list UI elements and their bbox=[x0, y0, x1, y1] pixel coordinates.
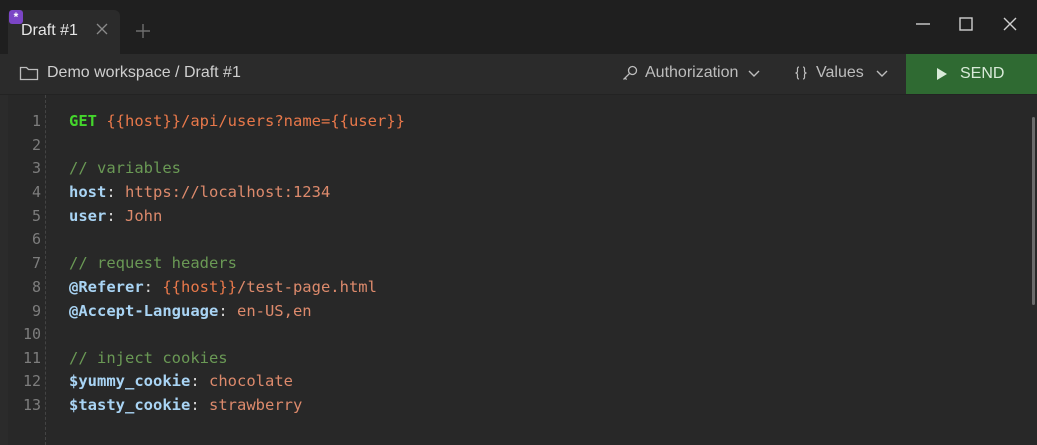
key-icon bbox=[623, 65, 638, 81]
separator: : bbox=[190, 396, 209, 414]
line-number: 6 bbox=[31, 230, 41, 248]
chevron-down-icon bbox=[876, 70, 888, 77]
window-close-icon[interactable] bbox=[998, 12, 1022, 36]
line-number: 7 bbox=[31, 254, 41, 272]
chevron-down-icon bbox=[748, 70, 760, 77]
folder-icon bbox=[19, 66, 39, 81]
separator: : bbox=[218, 302, 237, 320]
line-number: 9 bbox=[31, 302, 41, 320]
values-label: Values bbox=[816, 64, 864, 81]
comment-line[interactable]: // inject cookies bbox=[69, 346, 228, 370]
unsaved-badge: * bbox=[9, 10, 23, 24]
request-path: /api/users?name= bbox=[181, 112, 331, 130]
variable-key: host bbox=[69, 183, 107, 201]
app-window: * Draft #1 Demo workspace / Draft #1 Aut… bbox=[0, 0, 1037, 445]
authorization-label: Authorization bbox=[645, 64, 739, 81]
line-number: 8 bbox=[31, 278, 41, 296]
header-value: /test-page.html bbox=[236, 278, 377, 296]
code-line-user[interactable]: user: John bbox=[69, 204, 162, 228]
separator: : bbox=[106, 207, 125, 225]
minimize-icon[interactable] bbox=[911, 12, 935, 36]
variable-value: https://localhost:1234 bbox=[125, 183, 331, 201]
code-line-yummy-cookie[interactable]: $yummy_cookie: chocolate bbox=[69, 369, 293, 393]
code-line-tasty-cookie[interactable]: $tasty_cookie: strawberry bbox=[69, 393, 302, 417]
host-variable: {{host}} bbox=[162, 278, 237, 296]
header-key: @Accept-Language bbox=[69, 302, 219, 320]
line-number: 5 bbox=[31, 207, 41, 225]
code-line-request[interactable]: GET {{host}}/api/users?name={{user}} bbox=[69, 109, 405, 133]
plus-icon[interactable] bbox=[134, 22, 152, 40]
line-number: 11 bbox=[22, 349, 41, 367]
user-variable: {{user}} bbox=[330, 112, 405, 130]
line-number: 12 bbox=[22, 372, 41, 390]
breadcrumb-text: Demo workspace / Draft #1 bbox=[47, 64, 241, 81]
cookie-value: strawberry bbox=[209, 396, 303, 414]
host-variable: {{host}} bbox=[106, 112, 181, 130]
code-editor[interactable]: 1 2 3 4 5 6 7 8 9 10 11 12 13 GET {{host… bbox=[8, 95, 1037, 445]
tab-draft-1[interactable]: Draft #1 bbox=[8, 10, 120, 54]
variable-key: user bbox=[69, 207, 107, 225]
values-dropdown[interactable]: Values bbox=[792, 64, 890, 82]
authorization-dropdown[interactable]: Authorization bbox=[621, 64, 762, 82]
vertical-scrollbar[interactable] bbox=[1032, 117, 1035, 305]
send-label: SEND bbox=[960, 65, 1005, 82]
code-line-accept-language[interactable]: @Accept-Language: en-US,en bbox=[69, 299, 312, 323]
code-line-referer[interactable]: @Referer: {{host}}/test-page.html bbox=[69, 275, 377, 299]
line-number: 4 bbox=[31, 183, 41, 201]
toolbar: Demo workspace / Draft #1 Authorization … bbox=[0, 54, 1037, 95]
cookie-key: $yummy_cookie bbox=[69, 372, 191, 390]
breadcrumb[interactable]: Demo workspace / Draft #1 bbox=[19, 64, 241, 82]
title-bar: * Draft #1 bbox=[0, 0, 1037, 54]
header-key: @Referer bbox=[69, 278, 144, 296]
line-number: 2 bbox=[31, 136, 41, 154]
http-method: GET bbox=[69, 112, 97, 130]
header-value: en-US,en bbox=[236, 302, 312, 320]
braces-icon bbox=[795, 66, 807, 80]
line-number-gutter: 1 2 3 4 5 6 7 8 9 10 11 12 13 bbox=[8, 95, 46, 445]
close-icon[interactable] bbox=[94, 21, 110, 37]
line-number: 10 bbox=[22, 325, 41, 343]
send-button[interactable]: SEND bbox=[906, 54, 1037, 94]
variable-value: John bbox=[125, 207, 163, 225]
cookie-value: chocolate bbox=[209, 372, 293, 390]
line-number: 13 bbox=[22, 396, 41, 414]
comment-line[interactable]: // variables bbox=[69, 156, 181, 180]
play-icon bbox=[937, 68, 947, 80]
tab-label: Draft #1 bbox=[21, 22, 78, 39]
cookie-key: $tasty_cookie bbox=[69, 396, 191, 414]
code-line-host[interactable]: host: https://localhost:1234 bbox=[69, 180, 330, 204]
separator: : bbox=[143, 278, 163, 296]
separator: : bbox=[106, 183, 125, 201]
line-number: 3 bbox=[31, 159, 41, 177]
line-number: 1 bbox=[31, 112, 41, 130]
maximize-icon[interactable] bbox=[954, 12, 978, 36]
separator: : bbox=[190, 372, 209, 390]
comment-line[interactable]: // request headers bbox=[69, 251, 237, 275]
